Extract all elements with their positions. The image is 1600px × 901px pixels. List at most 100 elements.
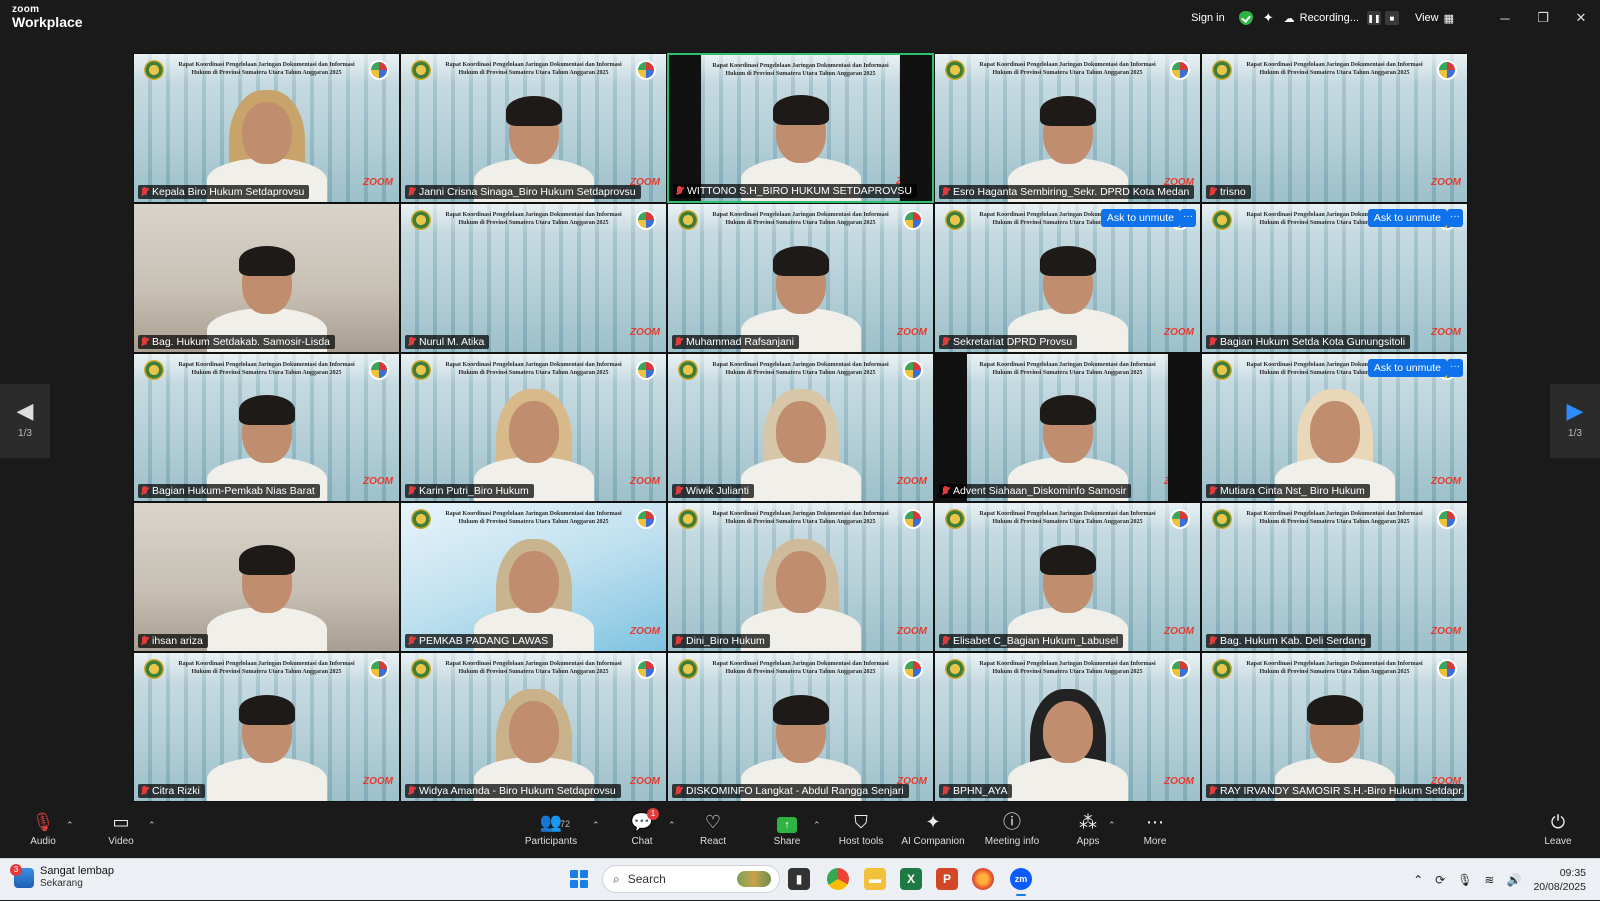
tile-more-options-button[interactable]: ··· [1447, 358, 1463, 377]
hair-shape [238, 245, 295, 276]
firefox-icon[interactable] [972, 868, 994, 890]
participants-caret-icon[interactable]: ⌃ [592, 820, 600, 831]
participant-tile[interactable]: Rapat Koordinasi Pengelolaan Jaringan Do… [133, 53, 400, 203]
participant-tile[interactable]: Rapat Koordinasi Pengelolaan Jaringan Do… [934, 202, 1201, 353]
zoom-watermark: ZOOM [1164, 626, 1194, 638]
participant-tile[interactable]: Rapat Koordinasi Pengelolaan Jaringan Do… [1201, 202, 1468, 353]
ask-to-unmute-button[interactable]: Ask to unmute [1367, 208, 1447, 227]
mic-muted-icon [141, 785, 148, 796]
weather-widget[interactable]: 3 Sangat lembap Sekarang [10, 863, 114, 890]
participant-tile[interactable]: Rapat Koordinasi Pengelolaan Jaringan Do… [400, 652, 667, 802]
participant-tile[interactable]: Rapat Koordinasi Pengelolaan Jaringan Do… [934, 352, 1201, 503]
wifi-icon[interactable]: ≋ [1484, 873, 1494, 887]
participant-name: ihsan ariza [152, 635, 203, 648]
taskbar-search[interactable]: ⌕ Search [602, 865, 780, 893]
share-button[interactable]: ↑ Share [752, 810, 822, 847]
participant-name-label: Citra Rizki [138, 783, 205, 798]
start-button[interactable] [570, 870, 588, 888]
chat-caret-icon[interactable]: ⌃ [668, 820, 676, 831]
face-shape [508, 551, 559, 614]
task-view-icon[interactable]: ▮ [788, 868, 810, 890]
audio-options-caret-icon[interactable]: ⌃ [66, 820, 74, 831]
system-clock[interactable]: 09:35 20/08/2025 [1533, 866, 1586, 894]
event-banner-text: Rapat Koordinasi Pengelolaan Jaringan Do… [178, 361, 355, 376]
ai-sparkle-icon[interactable]: ✦ [1263, 10, 1274, 26]
participant-tile[interactable]: Rapat Koordinasi Pengelolaan Jaringan Do… [1201, 53, 1468, 203]
powerpoint-icon[interactable]: P [936, 868, 958, 890]
host-tools-button[interactable]: ⛉ Host tools [826, 810, 896, 847]
video-button[interactable]: ▭ Video [86, 810, 156, 847]
sign-in-link[interactable]: Sign in [1191, 12, 1225, 24]
participant-name: Bag. Hukum Setdakab. Samosir-Lisda [152, 335, 331, 348]
participant-tile[interactable]: Rapat Koordinasi Pengelolaan Jaringan Do… [400, 502, 667, 653]
chat-button[interactable]: 💬 1 Chat [607, 808, 677, 847]
more-button[interactable]: ⋯ More [1120, 810, 1190, 847]
participant-tile[interactable]: Rapat Koordinasi Pengelolaan Jaringan Do… [1201, 502, 1468, 653]
ai-companion-button[interactable]: ✦ AI Companion [897, 810, 969, 847]
province-emblem-icon [1212, 60, 1232, 80]
participant-tile[interactable]: Rapat Koordinasi Pengelolaan Jaringan Do… [400, 202, 667, 353]
video-gallery-grid: Rapat Koordinasi Pengelolaan Jaringan Do… [133, 53, 1468, 802]
participant-tile[interactable]: Rapat Koordinasi Pengelolaan Jaringan Do… [133, 652, 400, 802]
chevron-up-icon[interactable]: ⌃ [1413, 873, 1423, 887]
tile-more-options-button[interactable]: ··· [1180, 208, 1196, 227]
participant-name-label: Kepala Biro Hukum Setdaprovsu [138, 184, 310, 199]
video-options-caret-icon[interactable]: ⌃ [148, 820, 156, 831]
meeting-info-button[interactable]: ⓘ Meeting info [977, 810, 1047, 847]
excel-icon[interactable]: X [900, 868, 922, 890]
react-button[interactable]: ♡ React [678, 810, 748, 847]
ask-to-unmute-button[interactable]: Ask to unmute [1367, 358, 1447, 377]
sync-icon[interactable]: ⟳ [1435, 873, 1445, 887]
zoom-watermark: ZOOM [897, 626, 927, 638]
participant-tile[interactable]: Rapat Koordinasi Pengelolaan Jaringan Do… [400, 352, 667, 503]
participant-tile[interactable]: Rapat Koordinasi Pengelolaan Jaringan Do… [667, 352, 934, 503]
participant-tile[interactable]: Rapat Koordinasi Pengelolaan Jaringan Do… [400, 53, 667, 203]
participant-tile[interactable]: Rapat Koordinasi Pengelolaan Jaringan Do… [667, 202, 934, 353]
participant-tile[interactable]: Bag. Hukum Setdakab. Samosir-Lisda [133, 202, 400, 353]
mic-muted-icon [408, 186, 415, 197]
volume-icon[interactable]: 🔊 [1506, 873, 1521, 887]
participant-tile[interactable]: Rapat Koordinasi Pengelolaan Jaringan Do… [1201, 352, 1468, 503]
leave-button[interactable]: ⏻ Leave [1523, 810, 1593, 847]
previous-page-button[interactable]: ◀ 1/3 [0, 384, 50, 458]
event-banner-text: Rapat Koordinasi Pengelolaan Jaringan Do… [178, 661, 355, 676]
share-caret-icon[interactable]: ⌃ [813, 820, 821, 831]
restore-button[interactable]: ❐ [1524, 10, 1562, 26]
participant-tile[interactable]: Rapat Koordinasi Pengelolaan Jaringan Do… [133, 352, 400, 503]
tile-more-options-button[interactable]: ··· [1447, 208, 1463, 227]
page-indicator-left: 1/3 [18, 428, 32, 439]
apps-caret-icon[interactable]: ⌃ [1108, 820, 1116, 831]
next-page-button[interactable]: ▶ 1/3 [1550, 384, 1600, 458]
participant-tile[interactable]: Rapat Koordinasi Pengelolaan Jaringan Do… [667, 652, 934, 802]
chat-bubble-icon: 💬 1 [607, 808, 677, 834]
chrome-icon[interactable] [827, 868, 849, 890]
hair-shape [238, 694, 295, 725]
zoom-app-icon[interactable]: zm [1010, 868, 1032, 896]
close-window-button[interactable]: ✕ [1562, 10, 1600, 26]
participant-tile[interactable]: Rapat Koordinasi Pengelolaan Jaringan Do… [667, 502, 934, 653]
participant-tile[interactable]: ihsan ariza [133, 502, 400, 653]
mic-muted-icon [408, 636, 415, 646]
participant-tile[interactable]: Rapat Koordinasi Pengelolaan Jaringan Do… [934, 53, 1201, 203]
participant-tile[interactable]: Rapat Koordinasi Pengelolaan Jaringan Do… [934, 502, 1201, 653]
participants-button[interactable]: 👥 72 Participants [516, 810, 586, 847]
ask-to-unmute-button[interactable]: Ask to unmute [1100, 208, 1180, 227]
mic-muted-icon [942, 636, 949, 646]
search-highlight-icon [737, 871, 771, 887]
encryption-shield-icon[interactable] [1238, 11, 1253, 25]
participant-tile[interactable]: Rapat Koordinasi Pengelolaan Jaringan Do… [667, 53, 934, 203]
file-explorer-icon[interactable]: ▬ [864, 868, 886, 890]
participant-tile[interactable]: Rapat Koordinasi Pengelolaan Jaringan Do… [1201, 652, 1468, 802]
microphone-tray-icon[interactable]: 🎙 [1457, 873, 1472, 887]
chat-unread-badge: 1 [647, 808, 659, 820]
zoom-watermark: ZOOM [630, 326, 660, 338]
participant-video [740, 234, 861, 352]
stop-recording-icon[interactable]: ■ [1384, 11, 1399, 25]
minimize-button[interactable]: ─ [1486, 11, 1524, 26]
view-button[interactable]: View ▦ [1415, 12, 1454, 25]
participant-tile[interactable]: Rapat Koordinasi Pengelolaan Jaringan Do… [934, 652, 1201, 802]
hair-shape [1306, 694, 1363, 725]
chat-label: Chat [631, 836, 653, 847]
pause-recording-icon[interactable]: ❚❚ [1366, 11, 1381, 25]
face-shape [775, 551, 826, 614]
